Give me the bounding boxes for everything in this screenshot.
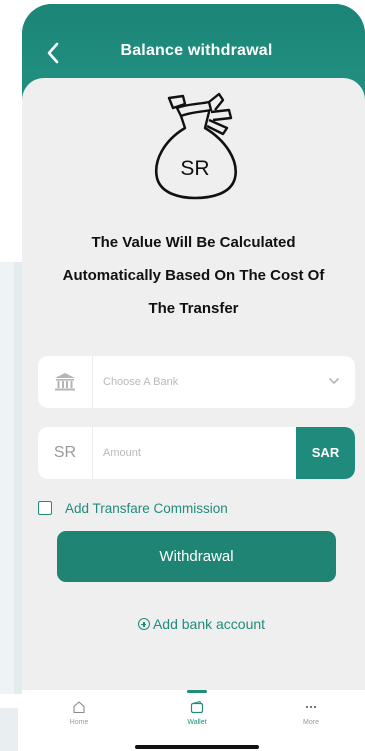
screen: Balance withdrawal SR The Value Will Be … bbox=[0, 0, 365, 751]
bottom-tab-bar: Home Wallet More bbox=[22, 690, 365, 751]
wallet-icon bbox=[190, 700, 204, 714]
commission-checkbox[interactable] bbox=[38, 501, 52, 515]
info-line-3: The Transfer bbox=[148, 300, 239, 317]
amount-input[interactable]: Amount bbox=[103, 427, 141, 479]
background-corner bbox=[0, 708, 18, 751]
bank-icon bbox=[55, 373, 75, 391]
money-bag-icon: SR bbox=[154, 92, 237, 200]
currency-prefix: SR bbox=[53, 444, 77, 461]
tab-wallet[interactable]: Wallet bbox=[152, 690, 242, 736]
withdrawal-button[interactable]: Withdrawal bbox=[57, 531, 336, 582]
content-panel: SR The Value Will Be Calculated Automati… bbox=[22, 78, 365, 751]
commission-label[interactable]: Add Transfare Commission bbox=[65, 501, 228, 516]
info-message: The Value Will Be Calculated Automatical… bbox=[36, 226, 351, 325]
add-bank-label[interactable]: Add bank account bbox=[153, 616, 265, 632]
bag-currency-label: SR bbox=[180, 157, 209, 180]
tab-wallet-label: Wallet bbox=[187, 719, 207, 726]
info-line-2: Automatically Based On The Cost Of bbox=[62, 267, 325, 284]
background-edge bbox=[0, 262, 14, 694]
currency-button[interactable]: SAR bbox=[296, 427, 355, 479]
bank-select-placeholder: Choose A Bank bbox=[103, 376, 179, 388]
bank-icon-cell bbox=[38, 356, 93, 408]
plus-circle-icon bbox=[137, 618, 150, 630]
header: Balance withdrawal bbox=[22, 4, 365, 86]
tab-more-label: More bbox=[303, 719, 319, 726]
page-title: Balance withdrawal bbox=[120, 42, 273, 59]
commission-row[interactable]: Add Transfare Commission bbox=[38, 499, 228, 517]
more-icon bbox=[305, 705, 317, 709]
home-icon bbox=[73, 701, 85, 714]
tab-home[interactable]: Home bbox=[34, 690, 124, 736]
amount-prefix-cell: SR bbox=[38, 427, 93, 479]
tab-more[interactable]: More bbox=[266, 690, 356, 736]
amount-field[interactable]: SR Amount SAR bbox=[38, 427, 355, 479]
add-bank-account-link[interactable]: Add bank account bbox=[22, 616, 365, 632]
bank-select[interactable]: Choose A Bank bbox=[38, 356, 355, 408]
home-indicator[interactable] bbox=[135, 745, 259, 749]
tab-home-label: Home bbox=[69, 719, 89, 726]
phone-frame: Balance withdrawal SR The Value Will Be … bbox=[22, 4, 365, 751]
chevron-down-icon bbox=[329, 378, 339, 384]
info-line-1: The Value Will Be Calculated bbox=[91, 234, 296, 251]
